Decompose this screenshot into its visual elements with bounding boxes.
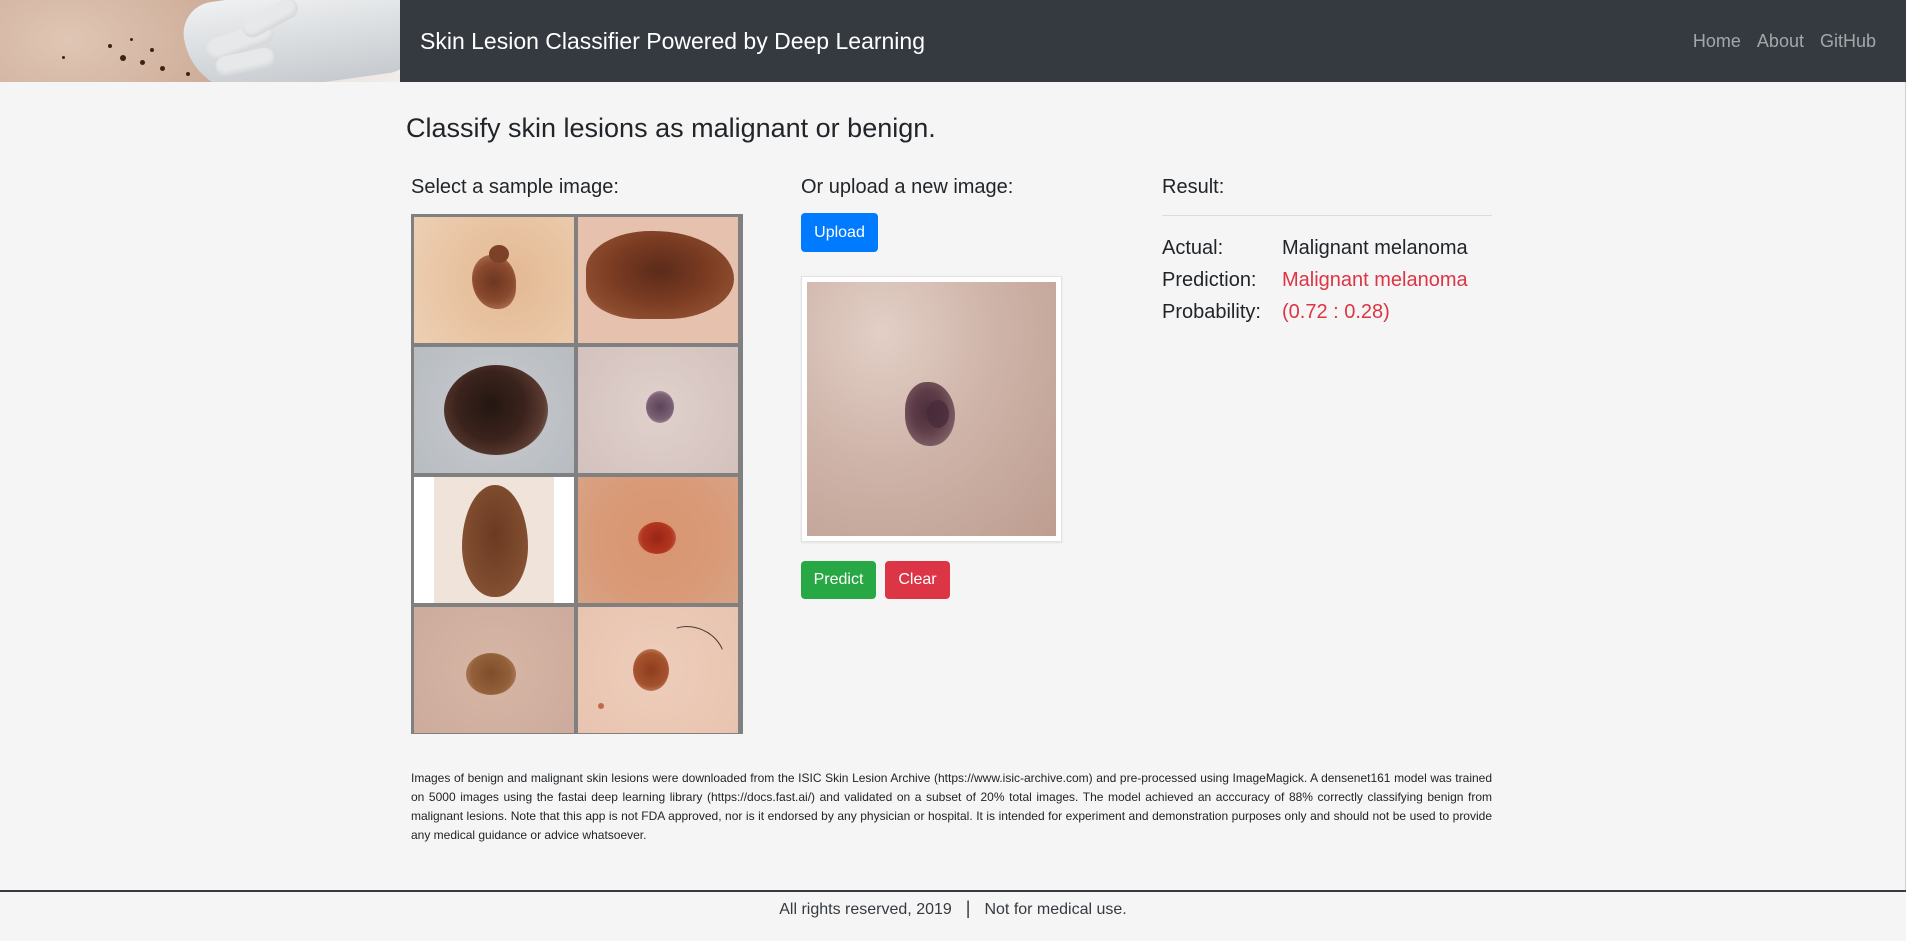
upload-heading: Or upload a new image: [801, 176, 1014, 198]
nav-home-link[interactable]: Home [1693, 31, 1741, 52]
footer-divider [0, 890, 1906, 892]
sample-image-5[interactable] [414, 477, 574, 603]
probability-label: Probability: [1162, 301, 1261, 323]
samples-heading: Select a sample image: [411, 176, 619, 198]
probability-value: (0.72 : 0.28) [1282, 301, 1390, 323]
disclaimer-text: Images of benign and malignant skin lesi… [411, 771, 1492, 842]
app-title[interactable]: Skin Lesion Classifier Powered by Deep L… [420, 28, 925, 55]
sample-image-6[interactable] [578, 477, 738, 603]
footer-note: Not for medical use. [984, 901, 1127, 918]
actual-label: Actual: [1162, 237, 1224, 259]
clear-button[interactable]: Clear [885, 561, 950, 599]
page-title: Classify skin lesions as malignant or be… [406, 113, 936, 143]
actual-value: Malignant melanoma [1282, 237, 1468, 259]
preview-image-frame [801, 276, 1062, 542]
predict-button[interactable]: Predict [801, 561, 876, 599]
nav-about-link[interactable]: About [1757, 31, 1804, 52]
navbar: Skin Lesion Classifier Powered by Deep L… [0, 0, 1906, 82]
upload-button[interactable]: Upload [801, 213, 878, 252]
result-prediction-row: Prediction: Malignant melanoma [1162, 269, 1468, 292]
sample-image-grid [411, 214, 743, 734]
prediction-value: Malignant melanoma [1282, 269, 1468, 291]
result-divider [1162, 215, 1492, 216]
nav-github-link[interactable]: GitHub [1820, 31, 1876, 52]
result-actual-row: Actual: Malignant melanoma [1162, 237, 1468, 260]
footer: All rights reserved, 2019 | Not for medica… [0, 898, 1906, 919]
result-heading: Result: [1162, 176, 1225, 198]
header-banner-image [0, 0, 400, 82]
preview-image [807, 282, 1056, 536]
sample-image-2[interactable] [578, 217, 738, 343]
footer-rights: All rights reserved, 2019 [779, 901, 952, 918]
sample-image-7[interactable] [414, 607, 574, 733]
sample-image-8[interactable] [578, 607, 738, 733]
sample-image-3[interactable] [414, 347, 574, 473]
prediction-label: Prediction: [1162, 269, 1257, 291]
sample-image-4[interactable] [578, 347, 738, 473]
sample-image-1[interactable] [414, 217, 574, 343]
nav-links: Home About GitHub [1693, 31, 1876, 52]
result-probability-row: Probability: (0.72 : 0.28) [1162, 301, 1390, 324]
footer-separator: | [965, 898, 971, 918]
